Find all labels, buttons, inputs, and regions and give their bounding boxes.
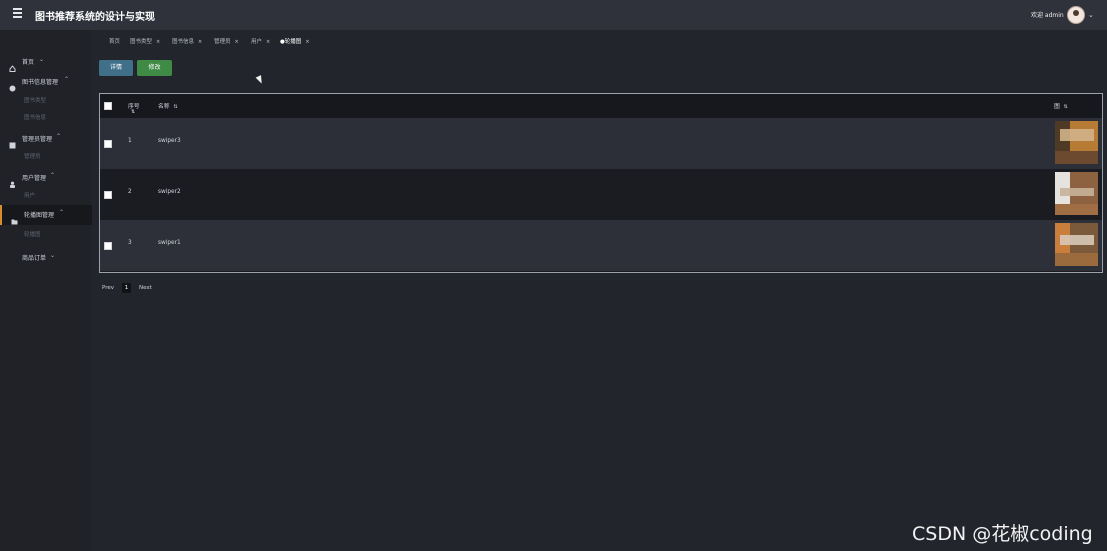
select-all-checkbox[interactable] [104,102,112,110]
sidebar-item-label: 商品订单 [22,255,47,262]
column-header-image[interactable]: 图 ⇅ [1054,101,1068,110]
sidebar-subitem-admin[interactable]: 管理员 [24,152,41,160]
tab-label: 用户 [251,39,263,45]
thumbnail-image [1055,172,1098,215]
cell-no: 3 [128,240,132,246]
cell-name: swiper2 [158,189,181,195]
tab-label: 管理员 [214,39,231,45]
close-icon[interactable]: × [156,39,160,45]
column-header-label: 名称 [158,104,170,110]
user-icon [9,173,16,188]
prev-page-button[interactable]: Prev [102,283,114,293]
sidebar: 首页 ⌄ 图书信息管理 ⌃ 图书类型 图书信息 管理员管理 ⌃ 管理员 用户管理… [0,30,92,551]
table-row[interactable]: 1 swiper3 [100,118,1102,169]
row-checkbox[interactable] [104,140,112,148]
tab-label: 图书信息 [172,39,195,45]
table-row[interactable]: 2 swiper2 [100,169,1102,220]
row-checkbox[interactable] [104,191,112,199]
tab-label: 首页 [109,39,121,45]
welcome-text: 欢迎 admin [1031,12,1064,19]
data-table: 序号 ⇅ 名称 ⇅ 图 ⇅ 1 swiper3 2 swiper2 3 swip… [99,93,1103,273]
column-header-label: 图 [1054,104,1060,110]
close-icon[interactable]: × [235,39,239,45]
cell-no: 1 [128,138,132,144]
tab-label: ●轮播图 [280,39,302,45]
chevron-down-icon[interactable]: ⌄ [1088,11,1094,19]
sidebar-item-home[interactable]: 首页 ⌄ [0,52,90,72]
edit-button[interactable]: 修改 [137,60,172,76]
sidebar-item-label: 用户管理 [22,175,47,182]
sidebar-subitem-book-type[interactable]: 图书类型 [24,96,46,104]
chevron-up-icon: ⌃ [50,172,56,179]
home-icon [9,57,16,72]
sidebar-subitem-carousel[interactable]: 轮播图 [24,230,41,238]
next-page-button[interactable]: Next [139,283,152,293]
avatar[interactable] [1067,6,1085,24]
tab-home[interactable]: 首页 [109,37,120,48]
cell-name: swiper3 [158,138,181,144]
sidebar-item-label: 管理员管理 [22,136,53,143]
tab-carousel[interactable]: ●轮播图 × [280,37,310,48]
watermark-text: CSDN @花椒coding [912,523,1093,545]
mouse-cursor-icon [255,75,265,85]
page-number-current[interactable]: 1 [122,283,131,293]
sort-icon: ⇅ [173,104,178,110]
sidebar-item-book-management[interactable]: 图书信息管理 ⌃ [0,72,90,92]
sidebar-item-label: 轮播图管理 [24,212,55,219]
sidebar-item-label: 首页 [22,59,35,66]
sidebar-subitem-book-info[interactable]: 图书信息 [24,113,46,121]
detail-button[interactable]: 详情 [99,60,133,76]
chevron-down-icon: ⌄ [39,56,45,63]
sidebar-item-admin-management[interactable]: 管理员管理 ⌃ [0,129,90,149]
tab-admin[interactable]: 管理员 × [214,37,239,48]
table-header: 序号 ⇅ 名称 ⇅ 图 ⇅ [100,94,1102,118]
chevron-up-icon: ⌃ [59,209,65,216]
thumbnail-image [1055,121,1098,164]
chevron-down-icon: ⌄ [50,252,56,259]
sidebar-item-user-management[interactable]: 用户管理 ⌃ [0,168,90,188]
column-header-no[interactable]: 序号 ⇅ [128,101,140,115]
cell-name: swiper1 [158,240,181,246]
top-bar: 图书推荐系统的设计与实现 欢迎 admin ⌄ [0,0,1107,30]
list-icon [9,134,16,149]
sidebar-subitem-user[interactable]: 用户 [24,191,35,199]
tab-book-type[interactable]: 图书类型 × [130,37,160,48]
chevron-up-icon: ⌃ [56,133,62,140]
close-icon[interactable]: × [266,39,270,45]
table-row[interactable]: 3 swiper1 [100,220,1102,271]
row-checkbox[interactable] [104,242,112,250]
sidebar-item-carousel-management[interactable]: 轮播图管理 ⌃ [0,205,92,225]
sidebar-item-orders[interactable]: 商品订单 ⌄ [0,248,90,266]
menu-icon[interactable] [13,8,22,18]
book-icon [9,77,16,92]
thumbnail-image [1055,223,1098,266]
close-icon[interactable]: × [305,39,309,45]
tab-book-info[interactable]: 图书信息 × [172,37,202,48]
chevron-up-icon: ⌃ [64,76,70,83]
sort-icon: ⇅ [1063,104,1068,110]
tab-user[interactable]: 用户 × [251,37,270,48]
column-header-name[interactable]: 名称 ⇅ [158,101,178,110]
app-title: 图书推荐系统的设计与实现 [35,12,155,23]
sidebar-item-label: 图书信息管理 [22,79,59,86]
tab-label: 图书类型 [130,39,153,45]
close-icon[interactable]: × [198,39,202,45]
cell-no: 2 [128,189,132,195]
folder-icon [11,210,18,225]
